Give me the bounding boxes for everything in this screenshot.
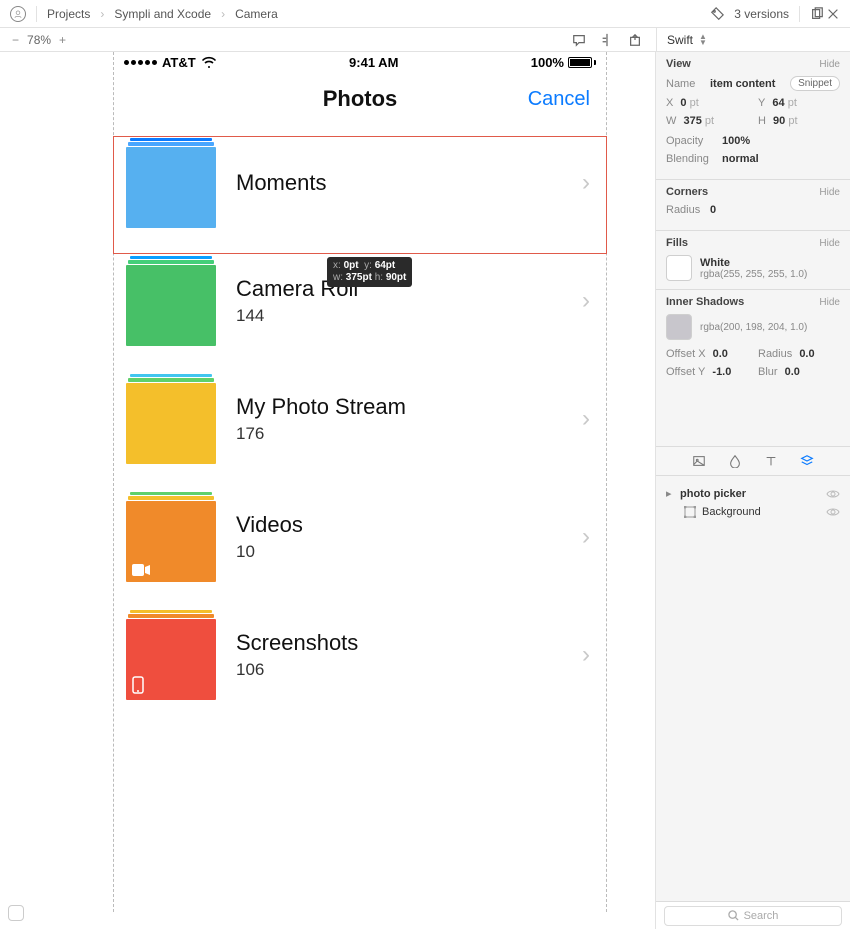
tag-icon[interactable] — [710, 7, 724, 21]
language-name: Swift — [667, 33, 693, 47]
album-title: Moments — [236, 170, 582, 196]
inspector-corners-section: CornersHide Radius0 — [656, 180, 850, 231]
album-row[interactable]: Videos 10› — [126, 492, 596, 582]
visibility-icon[interactable] — [826, 507, 840, 517]
crumb-leaf[interactable]: Camera — [235, 7, 278, 21]
shadow-swatch[interactable] — [666, 314, 692, 340]
album-thumbnail — [126, 374, 216, 464]
cancel-button[interactable]: Cancel — [528, 88, 590, 111]
inspector-tabs — [656, 446, 850, 476]
crumb-mid[interactable]: Sympli and Xcode — [114, 7, 211, 21]
inspector-panel: ViewHide Name item content Snippet X 0 p… — [656, 52, 850, 929]
clock: 9:41 AM — [349, 55, 398, 70]
hide-button[interactable]: Hide — [819, 297, 840, 308]
album-list: Moments›Camera Roll144›My Photo Stream17… — [114, 126, 606, 700]
text-tab-icon[interactable] — [764, 454, 778, 468]
chevron-right-icon: › — [582, 287, 596, 315]
battery-percent: 100% — [531, 55, 564, 70]
hide-button[interactable]: Hide — [819, 238, 840, 249]
language-selector[interactable]: Swift ▲▼ — [656, 28, 850, 51]
ios-status-bar: AT&T 9:41 AM 100% — [114, 52, 606, 72]
visibility-icon[interactable] — [826, 489, 840, 499]
album-row[interactable]: My Photo Stream 176› — [126, 374, 596, 464]
album-title: Videos — [236, 512, 582, 538]
album-thumbnail — [126, 138, 216, 228]
zoom-level: 78% — [27, 33, 51, 47]
breadcrumb-bar: Projects › Sympli and Xcode › Camera 3 v… — [0, 0, 850, 28]
inspector-fills-section: FillsHide Whitergba(255, 255, 255, 1.0) — [656, 231, 850, 290]
chevron-right-icon: › — [582, 523, 596, 551]
drop-tab-icon[interactable] — [728, 454, 742, 468]
hide-button[interactable]: Hide — [819, 59, 840, 70]
layer-row-background[interactable]: Background — [664, 503, 842, 521]
checkbox[interactable] — [8, 905, 24, 921]
chevron-right-icon: › — [582, 405, 596, 433]
chevron-right-icon: › — [582, 641, 596, 669]
inspector-search: Search — [656, 901, 850, 929]
album-thumbnail — [126, 256, 216, 346]
copy-icon[interactable] — [810, 7, 824, 21]
versions-label[interactable]: 3 versions — [734, 7, 789, 21]
album-title: My Photo Stream — [236, 394, 582, 420]
album-count: 106 — [236, 660, 582, 680]
avatar[interactable] — [10, 6, 26, 22]
album-count: 176 — [236, 424, 582, 444]
inspector-view-section: ViewHide Name item content Snippet X 0 p… — [656, 52, 850, 180]
album-title: Screenshots — [236, 630, 582, 656]
image-tab-icon[interactable] — [692, 454, 706, 468]
comment-icon[interactable] — [572, 33, 586, 47]
layers-tab-icon[interactable] — [800, 454, 814, 468]
hide-button[interactable]: Hide — [819, 187, 840, 198]
snippet-button[interactable]: Snippet — [790, 76, 840, 91]
fill-swatch[interactable] — [666, 255, 692, 281]
export-icon[interactable] — [628, 33, 642, 47]
layers-panel: ▸ photo picker Background — [656, 476, 850, 901]
album-count: 144 — [236, 306, 582, 326]
album-thumbnail — [126, 492, 216, 582]
carrier-label: AT&T — [162, 55, 196, 70]
crumb-root[interactable]: Projects — [47, 7, 90, 21]
zoom-in-button[interactable]: + — [59, 33, 66, 47]
battery-icon — [568, 57, 592, 68]
artboard: AT&T 9:41 AM 100% Photos Cancel Moments›… — [113, 52, 607, 912]
search-icon — [728, 910, 739, 921]
canvas[interactable]: AT&T 9:41 AM 100% Photos Cancel Moments›… — [0, 52, 656, 929]
album-row[interactable]: Screenshots 106› — [126, 610, 596, 700]
measurement-tooltip: x: 0pt y: 64pt w: 375pt h: 90pt — [327, 257, 412, 287]
inspector-inner-shadows-section: Inner ShadowsHide rgba(200, 198, 204, 1.… — [656, 290, 850, 386]
chevron-right-icon: › — [582, 169, 596, 197]
album-row[interactable]: Moments› — [126, 138, 596, 228]
close-icon[interactable] — [826, 7, 840, 21]
nav-bar: Photos Cancel — [114, 72, 606, 126]
album-count: 10 — [236, 542, 582, 562]
album-thumbnail — [126, 610, 216, 700]
search-input[interactable]: Search — [664, 906, 842, 926]
toolbar: − 78% + Swift ▲▼ — [0, 28, 850, 52]
element-name-value: item content — [710, 78, 775, 90]
align-icon[interactable] — [600, 33, 614, 47]
zoom-out-button[interactable]: − — [12, 33, 19, 47]
wifi-icon — [201, 56, 217, 68]
layer-row-root[interactable]: ▸ photo picker — [664, 484, 842, 503]
